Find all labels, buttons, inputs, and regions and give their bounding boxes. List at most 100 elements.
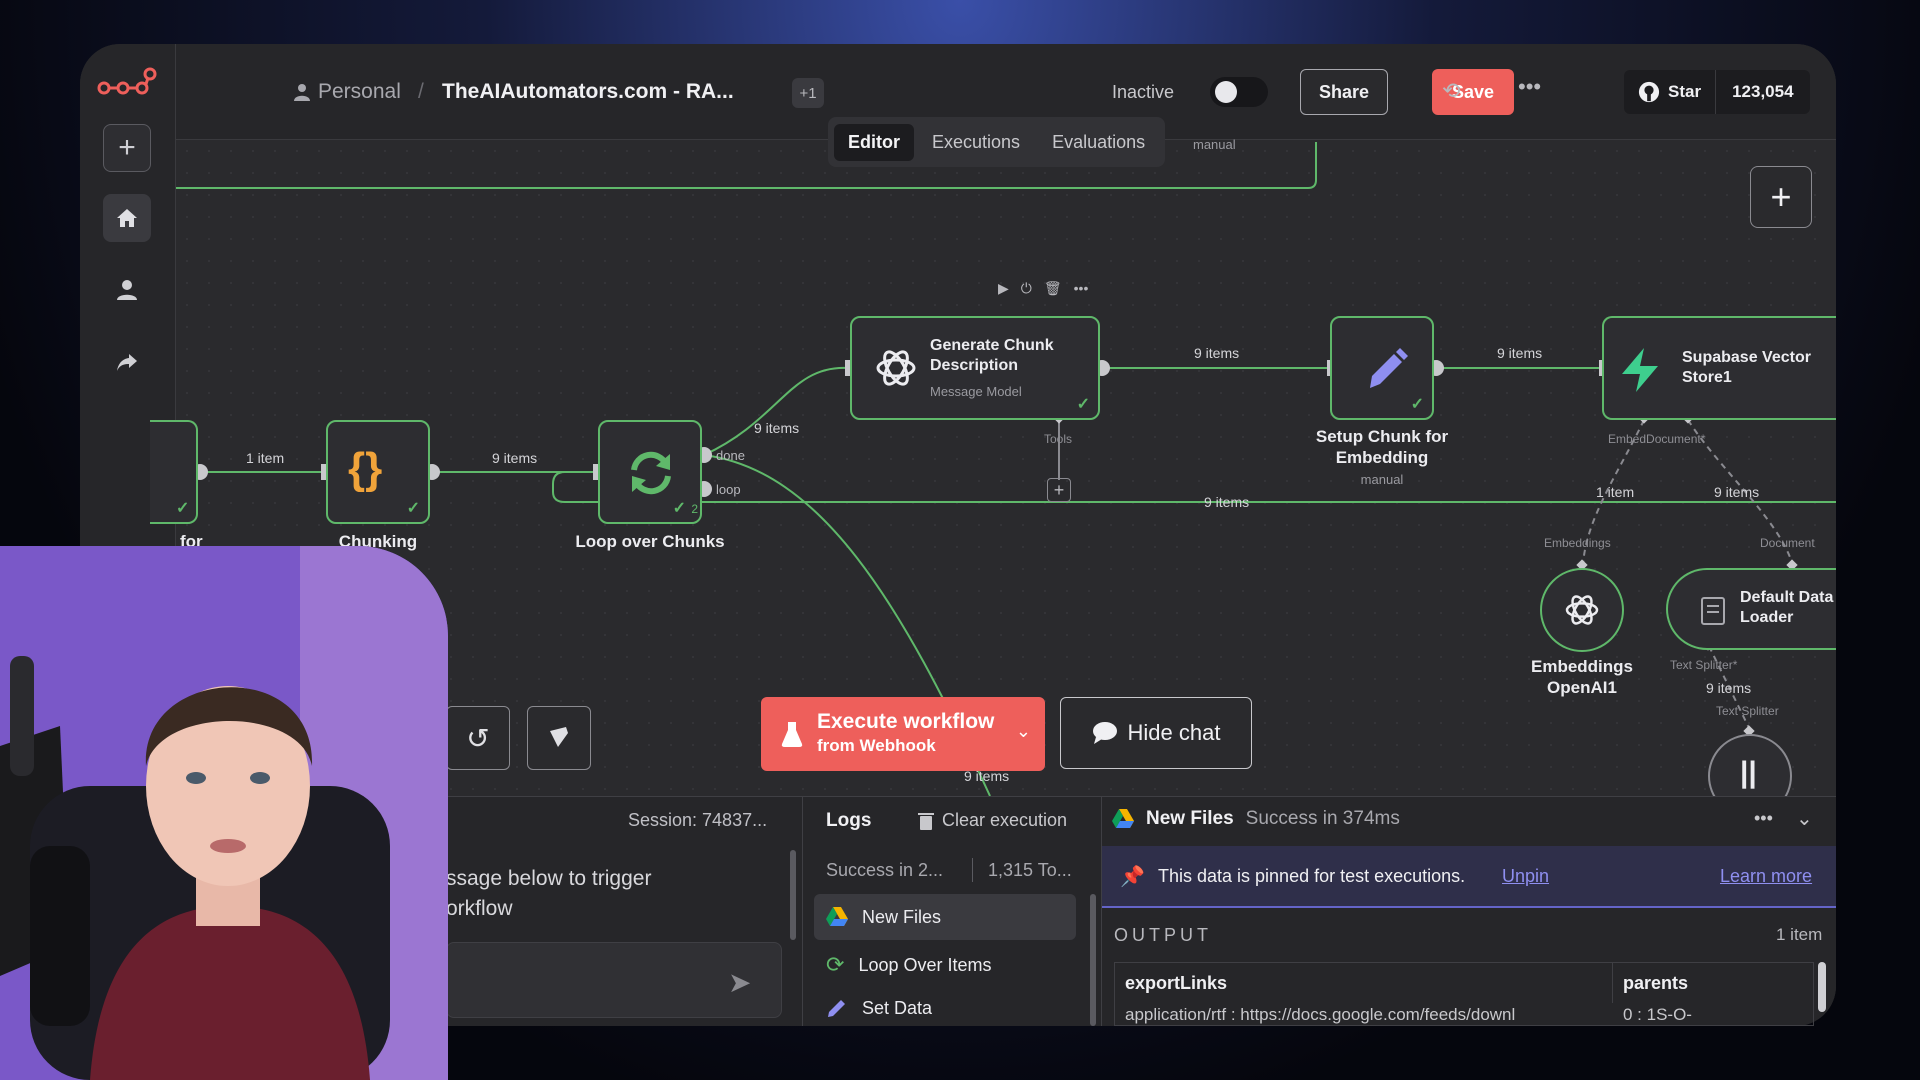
chevron-down-icon[interactable]: ⌄ <box>1016 721 1031 742</box>
output-node-name: New Files <box>1146 808 1234 829</box>
trash-icon[interactable]: 🗑 <box>1044 280 1062 297</box>
add-tool-button[interactable]: + <box>1047 478 1071 502</box>
google-drive-icon <box>1112 809 1134 828</box>
clear-execution-button[interactable]: Clear execution <box>918 810 1067 831</box>
top-node-sub-label: manual <box>1193 137 1236 152</box>
node-generate-title: Generate Chunk Description <box>930 337 1054 374</box>
presenter-video <box>0 546 448 1080</box>
check-icon: ✓ <box>1410 396 1424 413</box>
add-node-button[interactable]: + <box>1750 166 1812 228</box>
tools-port-label: Tools <box>1044 432 1073 446</box>
unpin-link[interactable]: Unpin <box>1502 866 1549 887</box>
node-setup-chunk[interactable]: ✓ <box>1330 316 1434 420</box>
node-supabase-vector-store[interactable]: Supabase Vector Store1 <box>1602 316 1836 420</box>
chat-scrollbar[interactable] <box>790 850 796 940</box>
hide-chat-button[interactable]: Hide chat <box>1060 697 1252 769</box>
node-supabase-title: Supabase Vector Store1 <box>1682 349 1811 386</box>
output-table: exportLinks parents application/rtf : ht… <box>1114 962 1814 1026</box>
node-loop-label: Loop over Chunks <box>575 532 725 551</box>
log-item-label: Loop Over Items <box>858 954 992 975</box>
more-options-icon[interactable]: ••• <box>1754 808 1773 829</box>
plus-icon: + <box>1770 176 1792 217</box>
summary-divider <box>972 858 973 882</box>
log-item-loop-over-items[interactable]: ⟳ Loop Over Items <box>814 942 1076 988</box>
node-setup-label: Setup Chunk for Embedding <box>1315 427 1449 467</box>
text-splitter-port-label: Text Splitter* <box>1670 658 1738 672</box>
output-done-label: done <box>716 448 745 463</box>
chat-message: ssage below to trigger orkflow <box>446 864 651 924</box>
embed-document-port-label: EmbedDocument* <box>1608 432 1706 446</box>
tab-evaluations[interactable]: Evaluations <box>1038 124 1159 161</box>
node-embeddings-label: Embeddings OpenAI1 <box>1530 657 1633 697</box>
document-icon <box>1701 597 1725 625</box>
supabase-icon <box>1622 348 1658 392</box>
execute-sub-label: from Webhook <box>817 736 936 755</box>
logs-title: Logs <box>826 810 872 831</box>
node-embeddings-openai[interactable] <box>1540 568 1624 652</box>
chat-message-line: ssage below to trigger <box>446 867 652 890</box>
clear-execution-label: Clear execution <box>942 810 1068 830</box>
table-header: parents <box>1623 973 1689 993</box>
check-icon: ✓ <box>1076 396 1090 413</box>
node-generate-chunk-description[interactable]: Generate Chunk Description Message Model… <box>850 316 1100 420</box>
pencil-icon <box>828 1000 845 1017</box>
chat-message-line: orkflow <box>446 897 513 920</box>
play-icon[interactable]: ▶ <box>998 280 1009 297</box>
undo-button[interactable]: ↺ <box>446 706 510 770</box>
loop-icon: ⟳ <box>826 952 845 977</box>
edge-label: 9 items <box>492 450 538 466</box>
check-icon: ✓ <box>672 500 686 517</box>
splitter-icon: || <box>1740 756 1757 789</box>
text-splitter-label: Text Splitter <box>1716 704 1779 718</box>
log-item-new-files[interactable]: New Files <box>814 894 1076 940</box>
openai-icon <box>1565 595 1599 625</box>
pinned-message: This data is pinned for test executions. <box>1158 866 1466 886</box>
execute-text: Execute workflow from Webhook <box>817 710 994 758</box>
trash-icon <box>918 812 934 830</box>
output-status: Success in 374ms <box>1245 808 1400 829</box>
edge-label: 9 items <box>754 420 800 436</box>
node-chunking[interactable]: {} ✓ <box>326 420 430 524</box>
flask-icon <box>781 722 803 747</box>
pencil-icon <box>1370 348 1408 388</box>
execute-workflow-button[interactable]: Execute workflow from Webhook ⌄ <box>761 697 1045 771</box>
table-cell: 0 : 1S-O- <box>1623 1005 1692 1024</box>
undo-icon: ↺ <box>466 722 490 754</box>
session-id: Session: 74837... <box>628 810 768 830</box>
node-loop-over-chunks[interactable]: ✓ 2 <box>598 420 702 524</box>
webcam-overlay <box>0 546 448 1080</box>
output-label: OUTPUT <box>1114 925 1212 945</box>
chat-bubble-icon <box>1092 722 1117 744</box>
output-header: New Files Success in 374ms <box>1112 808 1400 830</box>
power-icon[interactable]: ⏻ <box>1021 280 1032 297</box>
edge-label: 9 items <box>1706 680 1752 696</box>
send-icon[interactable]: ➤ <box>728 966 751 999</box>
run-count-badge: 2 <box>691 502 698 516</box>
output-scrollbar[interactable] <box>1818 962 1826 1012</box>
output-item-count: 1 item <box>1776 925 1823 944</box>
logs-scrollbar[interactable] <box>1090 894 1096 1026</box>
hide-chat-label: Hide chat <box>1127 720 1221 745</box>
edge-label: 9 items <box>1204 494 1250 510</box>
log-item-set-data[interactable]: Set Data <box>814 990 1076 1026</box>
code-braces-icon: {} <box>348 444 383 493</box>
log-item-label: New Files <box>862 906 942 927</box>
node-default-data-loader[interactable]: Default Data Loader <box>1666 568 1836 650</box>
tab-editor[interactable]: Editor <box>834 123 914 161</box>
tidy-up-button[interactable] <box>527 706 591 770</box>
tab-executions[interactable]: Executions <box>918 124 1034 161</box>
pin-icon: 📌 <box>1120 866 1145 888</box>
chevron-down-icon[interactable]: ⌄ <box>1796 806 1813 831</box>
edge-label: 1 item <box>246 450 285 466</box>
node-partial[interactable] <box>150 420 198 524</box>
edge-label: 1 item <box>1596 484 1635 500</box>
google-drive-icon <box>826 907 848 926</box>
output-loop-label: loop <box>716 482 741 497</box>
more-icon[interactable]: ••• <box>1074 280 1089 297</box>
edge-label: 9 items <box>1194 345 1240 361</box>
embeddings-port-label: Embeddings <box>1544 536 1611 550</box>
node-toolbar: ▶ ⏻ 🗑 ••• <box>998 280 1088 297</box>
check-icon: ✓ <box>406 500 420 517</box>
learn-more-link[interactable]: Learn more <box>1720 866 1812 887</box>
document-port-label: Document <box>1760 536 1815 550</box>
